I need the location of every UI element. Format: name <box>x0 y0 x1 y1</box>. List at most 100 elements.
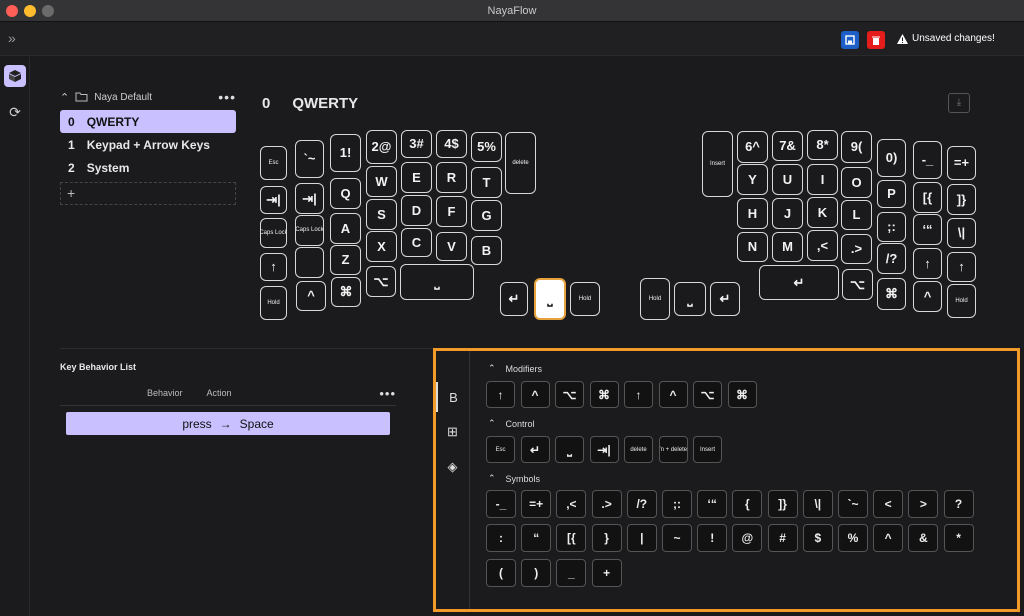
left-key-escape[interactable]: Esc <box>260 146 287 180</box>
symbol-key[interactable]: < <box>873 490 904 518</box>
behavior-row[interactable]: press → Space <box>66 412 390 435</box>
right-key-char[interactable]: M <box>772 232 803 262</box>
left-key-char[interactable]: 5% <box>471 132 502 162</box>
control-key-insert[interactable]: Insert <box>693 436 722 463</box>
control-key-enter[interactable]: ↵ <box>520 436 550 463</box>
left-key-space[interactable]: ⎵ <box>400 264 474 300</box>
discard-button[interactable] <box>867 31 885 49</box>
left-key-control[interactable]: ^ <box>296 281 326 311</box>
symbol-key[interactable]: } <box>591 524 622 553</box>
left-key-char[interactable]: V <box>436 232 467 261</box>
right-key-char[interactable]: =+ <box>947 146 976 180</box>
left-key-enter[interactable]: ↵ <box>500 282 528 316</box>
right-key-char[interactable]: 0) <box>877 139 906 177</box>
symbol-key[interactable]: { <box>732 490 763 518</box>
save-button[interactable] <box>841 31 859 49</box>
left-key-char[interactable]: C <box>401 228 432 257</box>
layer-item-qwerty[interactable]: 0 QWERTY <box>60 110 236 133</box>
symbol-key[interactable]: \| <box>802 490 833 518</box>
left-key-char[interactable]: Z <box>330 245 361 275</box>
symbol-key[interactable]: ;: <box>662 490 692 518</box>
control-section-header[interactable]: ⌃ Control <box>488 418 535 429</box>
right-key-char[interactable]: ;: <box>877 212 906 242</box>
symbol-key[interactable]: + <box>591 558 622 587</box>
left-key-arrow-tab[interactable]: ⇥| <box>260 186 287 214</box>
right-key-char[interactable]: I <box>807 164 838 195</box>
symbol-key[interactable]: ) <box>521 558 552 587</box>
symbol-key[interactable]: ! <box>697 524 728 553</box>
left-key-caps-lock[interactable]: Caps Lock <box>295 215 324 246</box>
symbol-key[interactable]: ,< <box>556 490 587 518</box>
left-key-char[interactable]: 3# <box>401 130 432 158</box>
zoom-window-button[interactable] <box>42 5 54 17</box>
symbol-key[interactable]: ( <box>486 558 516 587</box>
modifier-key-control[interactable]: ^ <box>520 381 550 408</box>
symbol-key[interactable]: =+ <box>521 490 552 518</box>
export-button[interactable]: ⤓ <box>948 93 970 113</box>
left-key-char[interactable]: D <box>401 195 432 226</box>
symbol-key[interactable]: ^ <box>873 524 904 553</box>
symbol-key[interactable]: -_ <box>486 490 516 518</box>
symbol-key[interactable]: /? <box>626 490 657 518</box>
more-options-icon[interactable]: ••• <box>379 386 396 401</box>
left-key-char[interactable]: A <box>330 213 361 244</box>
symbol-key[interactable]: ~ <box>662 524 692 553</box>
tab-basic[interactable]: B <box>436 382 469 412</box>
modifier-key-control[interactable]: ^ <box>658 381 688 408</box>
tab-layers[interactable]: ◈ <box>436 452 469 482</box>
left-key-char[interactable]: T <box>471 167 502 198</box>
left-key-char[interactable]: B <box>471 236 502 265</box>
right-key-char[interactable]: O <box>841 167 872 198</box>
collapse-chevron-icon[interactable]: ⌃ <box>60 91 69 104</box>
left-key-char[interactable]: 4$ <box>436 130 467 158</box>
right-key-insert[interactable]: Insert <box>702 131 733 197</box>
symbol-key[interactable]: $ <box>802 524 833 553</box>
left-key-command[interactable]: ⌘ <box>331 277 361 307</box>
control-key-arrow-tab[interactable]: ⇥| <box>589 436 619 463</box>
sync-nav-button[interactable]: ⟳ <box>4 101 26 123</box>
control-key-escape[interactable]: Esc <box>486 436 515 463</box>
tab-add[interactable]: ⊞ <box>436 417 469 447</box>
left-key-char[interactable]: S <box>366 199 397 230</box>
symbol-key[interactable]: > <box>908 490 939 518</box>
more-options-icon[interactable]: ••• <box>218 89 236 105</box>
left-key-char[interactable]: 2@ <box>366 130 397 164</box>
left-key-char[interactable]: E <box>401 162 432 193</box>
right-key-char[interactable]: -_ <box>913 141 942 179</box>
right-key-char[interactable]: 8* <box>807 130 838 160</box>
right-key-shift[interactable]: ↑ <box>913 248 942 279</box>
left-key-hold-layer[interactable]: Hold <box>260 286 287 320</box>
left-key-char[interactable]: W <box>366 166 397 197</box>
symbol-key[interactable]: | <box>626 524 657 553</box>
right-key-char[interactable]: P <box>877 180 906 208</box>
control-key-delete[interactable]: delete <box>624 436 653 463</box>
layer-item-system[interactable]: 2 System <box>60 156 236 179</box>
left-key-char[interactable]: F <box>436 196 467 227</box>
control-key-char[interactable]: fn + delete <box>658 436 688 463</box>
symbols-section-header[interactable]: ⌃ Symbols <box>488 473 540 484</box>
left-key-char[interactable]: `~ <box>295 140 324 178</box>
symbol-key[interactable]: & <box>908 524 939 553</box>
symbol-key[interactable]: @ <box>732 524 763 553</box>
left-key-shift[interactable]: ↑ <box>260 253 287 281</box>
right-key-hold-layer[interactable]: Hold <box>947 284 976 318</box>
right-key-char[interactable]: 7& <box>772 131 803 161</box>
symbol-key[interactable]: % <box>838 524 868 553</box>
right-key-char[interactable]: H <box>737 198 768 229</box>
symbol-key[interactable]: [{ <box>556 524 587 553</box>
right-key-char[interactable]: 6^ <box>737 131 768 163</box>
right-key-char[interactable]: ]} <box>947 184 976 215</box>
right-key-char[interactable]: /? <box>877 243 906 274</box>
right-key-control[interactable]: ^ <box>913 281 942 312</box>
left-key-char[interactable]: G <box>471 200 502 231</box>
right-key-char[interactable]: [{ <box>913 182 942 213</box>
right-key-char[interactable]: Y <box>737 164 768 195</box>
modifier-key-option[interactable]: ⌥ <box>555 381 584 408</box>
left-key-hold-layer[interactable]: Hold <box>570 282 600 316</box>
symbol-key[interactable]: ]} <box>767 490 798 518</box>
control-key-space[interactable]: ⎵ <box>555 436 584 463</box>
left-key-arrow-tab[interactable]: ⇥| <box>295 183 324 214</box>
right-key-char[interactable]: N <box>737 232 768 262</box>
modifiers-section-header[interactable]: ⌃ Modifiers <box>488 363 542 374</box>
right-key-char[interactable]: J <box>772 198 803 229</box>
